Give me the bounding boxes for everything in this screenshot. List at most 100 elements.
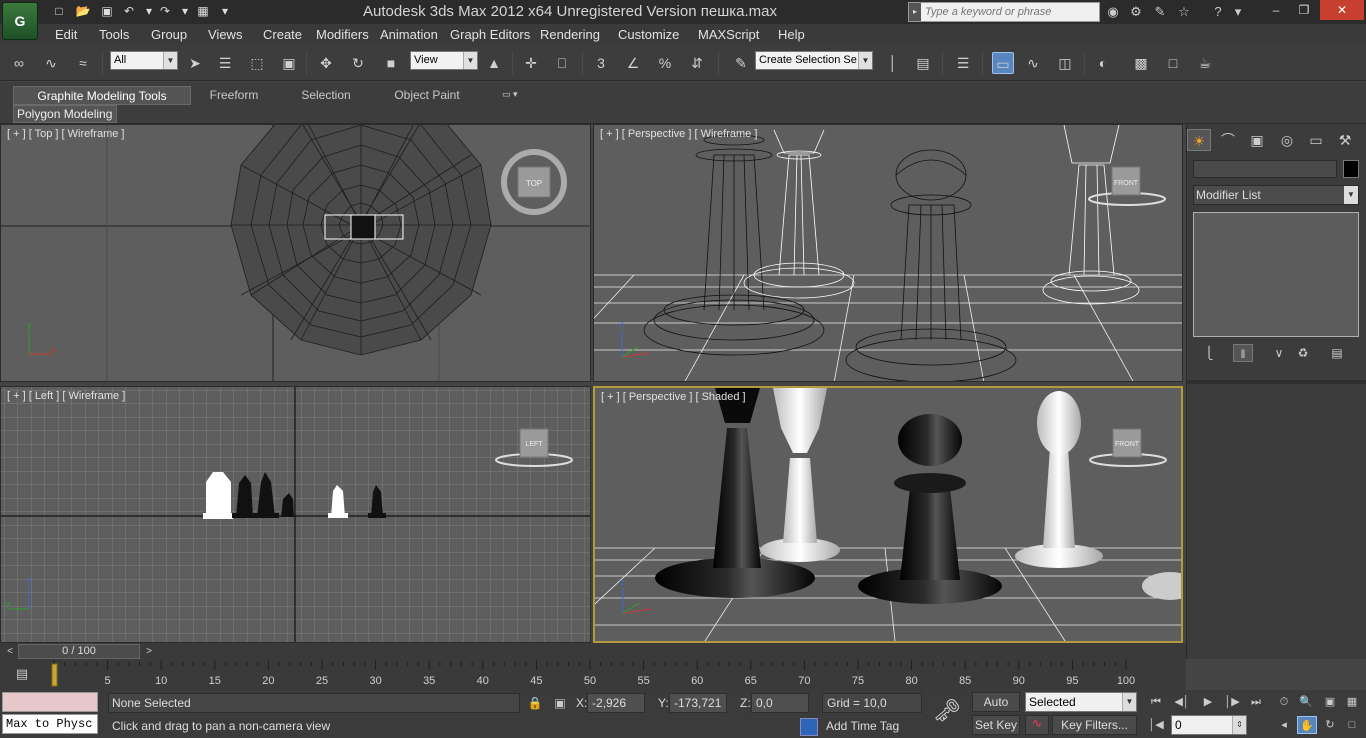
restore-button[interactable]: ❐ [1290, 0, 1318, 20]
help-dropdown-icon[interactable]: ▾ [1228, 3, 1248, 21]
mirror-icon[interactable]: │ [882, 52, 904, 74]
show-end-result-icon[interactable]: ‖ [1233, 344, 1253, 362]
menu-rendering[interactable]: Rendering [540, 26, 600, 43]
default-in-out-tangents-icon[interactable]: ∿ [1025, 715, 1049, 735]
menu-edit[interactable]: Edit [55, 26, 77, 43]
pivot-center-icon[interactable]: ▲ [483, 52, 505, 74]
key-filters-button[interactable]: Key Filters... [1052, 715, 1137, 735]
bind-space-warp-icon[interactable]: ≈ [72, 52, 94, 74]
link-icon[interactable]: ∞ [8, 52, 30, 74]
orbit-icon[interactable]: ↻ [1320, 716, 1340, 734]
communication-center-icon[interactable]: ✎ [1150, 3, 1170, 21]
make-unique-icon[interactable]: ∨ [1269, 344, 1289, 362]
remove-modifier-icon[interactable]: ♻ [1293, 344, 1313, 362]
app-logo[interactable]: G [2, 2, 38, 40]
search-expand-icon[interactable]: ▸ [909, 3, 921, 21]
y-coord-field[interactable]: -173,721 [669, 693, 727, 713]
snaps-toggle-icon[interactable]: 3 [590, 52, 612, 74]
configure-modifier-sets-icon[interactable]: ▤ [1327, 344, 1347, 362]
selection-filter-select[interactable]: All ▼ [110, 51, 178, 70]
project-folder-icon[interactable]: ▦ [194, 3, 212, 20]
menu-create[interactable]: Create [263, 26, 302, 43]
motion-tab-icon[interactable]: ◎ [1275, 129, 1299, 151]
unlink-icon[interactable]: ∿ [40, 52, 62, 74]
hierarchy-tab-icon[interactable]: ▣ [1245, 129, 1269, 151]
select-by-name-icon[interactable]: ☰ [214, 52, 236, 74]
play-icon[interactable]: ▶ [1198, 693, 1218, 711]
render-production-icon[interactable]: ☕ [1194, 52, 1216, 74]
create-tab-icon[interactable]: ☀ [1187, 129, 1211, 151]
maximize-viewport-icon[interactable]: □ [1342, 716, 1362, 734]
save-file-icon[interactable]: ▣ [98, 3, 116, 20]
pan-view-icon[interactable]: ✋ [1297, 716, 1317, 734]
x-coord-field[interactable]: -2,926 [587, 693, 645, 713]
object-name-field[interactable] [1193, 160, 1337, 178]
time-slider-thumb[interactable]: 0 / 100 [18, 644, 140, 659]
tab-object-paint[interactable]: Object Paint [380, 86, 474, 105]
modifier-list-select[interactable]: Modifier List ▼ [1193, 185, 1359, 205]
menu-customize[interactable]: Customize [618, 26, 679, 43]
select-object-icon[interactable]: ➤ [184, 52, 206, 74]
next-key-icon[interactable]: │▶ [1222, 693, 1242, 711]
reference-coordinate-select[interactable]: View ▼ [410, 51, 478, 70]
pin-stack-icon[interactable]: ⎩ [1199, 344, 1219, 362]
zoom-all-icon[interactable]: ▣ [1320, 693, 1340, 711]
menu-graph-editors[interactable]: Graph Editors [450, 26, 530, 43]
redo-icon[interactable]: ↷ [156, 3, 174, 20]
graphite-toggle-icon[interactable]: ▭ [992, 52, 1014, 74]
redo-dropdown-icon[interactable]: ▾ [176, 3, 194, 20]
viewport-perspective-wireframe[interactable]: FRONT z [ + ] [ Perspective ] [ Wirefram… [593, 124, 1183, 382]
menu-maxscript[interactable]: MAXScript [698, 26, 759, 43]
viewport-label-perspective-wireframe[interactable]: [ + ] [ Perspective ] [ Wireframe ] [600, 128, 757, 140]
menu-group[interactable]: Group [151, 26, 187, 43]
select-and-move-icon[interactable]: ✥ [315, 52, 337, 74]
curve-editor-icon[interactable]: ∿ [1022, 52, 1044, 74]
minimize-button[interactable]: – [1262, 0, 1290, 20]
align-icon[interactable]: ▤ [912, 52, 934, 74]
add-time-tag-button[interactable]: Add Time Tag [800, 717, 922, 736]
key-mode-toggle-icon[interactable]: │◀ [1146, 716, 1166, 734]
window-crossing-icon[interactable]: ▣ [278, 52, 300, 74]
manipulate-icon[interactable]: ✛ [520, 52, 542, 74]
ribbon-options-icon[interactable]: ▭ ▾ [502, 89, 530, 103]
keyboard-shortcut-override-icon[interactable]: ⎕ [551, 52, 573, 74]
viewport-top[interactable]: TOP y x [ + ] [ Top ] [ Wireframe ] [0, 124, 591, 382]
maxscript-listener-output[interactable] [2, 692, 98, 712]
maxscript-mini-listener[interactable]: Max to Physc [2, 714, 98, 734]
time-slider[interactable]: < 0 / 100 > [0, 643, 1186, 660]
new-file-icon[interactable]: □ [50, 3, 68, 20]
go-to-end-icon[interactable]: ⏭ [1246, 693, 1266, 711]
viewport-left[interactable]: LEFT z y [ + ] [ Left ] [ Wireframe ] [0, 386, 591, 643]
viewport-label-perspective-shaded[interactable]: [ + ] [ Perspective ] [ Shaded ] [601, 391, 746, 403]
angle-snap-icon[interactable]: ∠ [622, 52, 644, 74]
utilities-tab-icon[interactable]: ⚒ [1333, 129, 1357, 151]
current-time-marker[interactable] [51, 663, 58, 687]
quick-access-dropdown-icon[interactable]: ▾ [216, 3, 234, 20]
previous-key-icon[interactable]: ◀│ [1172, 693, 1192, 711]
set-key-button[interactable]: Set Key [972, 715, 1020, 735]
binoculars-icon[interactable]: ◉ [1103, 3, 1123, 21]
object-color-swatch[interactable] [1343, 160, 1359, 178]
track-bar[interactable]: ▤ 05101520253035404550556065707580859095… [0, 660, 1186, 690]
schematic-view-icon[interactable]: ◫ [1054, 52, 1076, 74]
percent-snap-icon[interactable]: % [654, 52, 676, 74]
render-setup-icon[interactable]: ▩ [1130, 52, 1152, 74]
menu-modifiers[interactable]: Modifiers [316, 26, 369, 43]
set-keys-key-icon[interactable]: 🗝 [928, 698, 966, 728]
display-tab-icon[interactable]: ▭ [1304, 129, 1328, 151]
selection-lock-icon[interactable]: 🔒 [526, 694, 544, 712]
rendered-frame-window-icon[interactable]: □ [1162, 52, 1184, 74]
viewport-label-top[interactable]: [ + ] [ Top ] [ Wireframe ] [7, 128, 124, 140]
absolute-mode-transform-icon[interactable]: ▣ [551, 694, 569, 712]
viewport-label-left[interactable]: [ + ] [ Left ] [ Wireframe ] [7, 390, 125, 402]
search-input[interactable] [921, 3, 1099, 21]
search-box[interactable]: ▸ [908, 2, 1100, 22]
menu-tools[interactable]: Tools [99, 26, 129, 43]
zoom-icon[interactable]: 🔍 [1296, 693, 1316, 711]
edit-named-selection-icon[interactable]: ✎ [730, 52, 752, 74]
subscription-center-icon[interactable]: ⚙ [1126, 3, 1146, 21]
spinner-snap-icon[interactable]: ⇵ [686, 52, 708, 74]
z-coord-field[interactable]: 0,0 [751, 693, 809, 713]
help-icon[interactable]: ? [1208, 3, 1228, 21]
rectangular-selection-icon[interactable]: ⬚ [246, 52, 268, 74]
